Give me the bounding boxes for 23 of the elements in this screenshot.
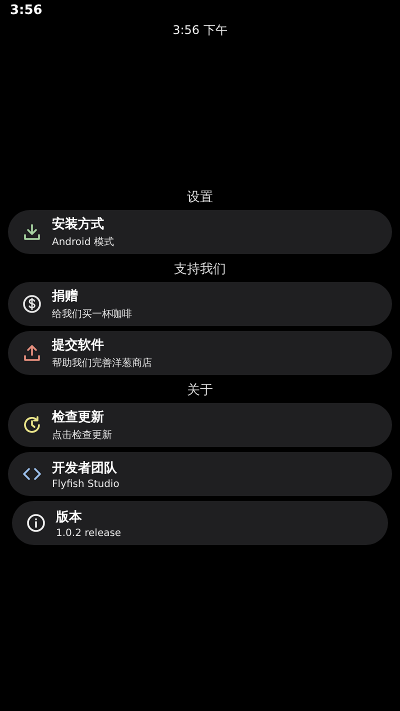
item-subtitle: 帮助我们完善洋葱商店 — [52, 356, 152, 370]
item-title: 开发者团队 — [52, 460, 118, 476]
settings-item[interactable]: 检查更新 点击检查更新 — [8, 403, 392, 447]
item-title: 提交软件 — [52, 336, 105, 354]
section-heading: 设置 — [187, 189, 213, 207]
clock-text: 3:56 下午 — [172, 22, 228, 39]
item-subtitle: 点击检查更新 — [52, 428, 112, 442]
settings-item[interactable]: 捐赠 给我们买一杯咖啡 — [8, 282, 392, 326]
item-title: 安装方式 — [52, 216, 105, 233]
item-subtitle: 1.0.2 release — [56, 528, 122, 538]
item-subtitle: Android 模式 — [52, 236, 114, 249]
settings-item[interactable]: 安装方式 Android 模式 — [8, 210, 392, 254]
item-title: 捐赠 — [52, 288, 79, 305]
item-title: 检查更新 — [52, 408, 105, 426]
section-heading: 关于 — [187, 382, 213, 400]
settings-item[interactable]: 开发者团队 Flyfish Studio — [8, 452, 392, 496]
settings-item[interactable]: 提交软件 帮助我们完善洋葱商店 — [8, 331, 392, 375]
section-heading: 支持我们 — [174, 261, 226, 279]
status-time: 3:56 — [9, 2, 42, 18]
item-subtitle: Flyfish Studio — [52, 478, 120, 490]
item-title: 版本 — [56, 508, 83, 526]
item-subtitle: 给我们买一杯咖啡 — [52, 308, 132, 321]
settings-item[interactable]: 版本 1.0.2 release — [12, 501, 388, 545]
